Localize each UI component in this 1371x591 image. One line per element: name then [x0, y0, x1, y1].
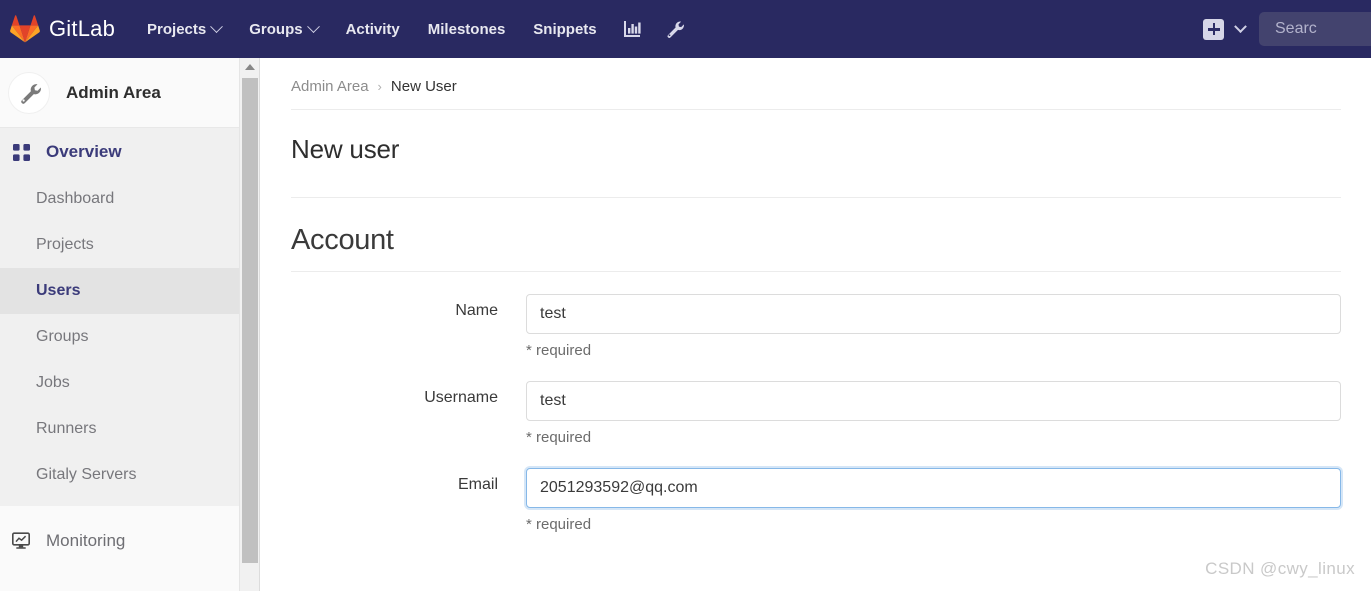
breadcrumb: Admin Area › New User [261, 58, 1371, 95]
scrollbar-up-arrow[interactable] [240, 58, 260, 75]
page-title: New user [291, 134, 400, 164]
sidebar-scrollbar[interactable] [240, 58, 260, 591]
scrollbar-thumb[interactable] [242, 78, 258, 563]
gitlab-brand-link[interactable]: GitLab [10, 14, 115, 44]
form-group-name: Name * required [261, 294, 1371, 359]
main-content: Admin Area › New User New user Account N… [261, 58, 1371, 591]
breadcrumb-current: New User [390, 78, 457, 95]
name-field-label: Name [455, 302, 498, 319]
nav-item-milestones[interactable]: Milestones [414, 0, 520, 58]
new-user-form: Name * required Username * required Emai… [261, 294, 1371, 533]
chevron-down-icon [306, 19, 320, 33]
form-group-email: Email * required [261, 468, 1371, 533]
sidebar-header[interactable]: Admin Area [0, 58, 239, 128]
caret-up-icon [245, 63, 255, 70]
username-field-help: * required [526, 429, 592, 446]
sidebar-item-gitaly-servers[interactable]: Gitaly Servers [0, 452, 239, 498]
nav-item-projects-label: Projects [147, 20, 207, 38]
admin-sidebar: Admin Area Overview Dashboard Projects U… [0, 58, 240, 591]
name-field-wrap: * required [526, 294, 1371, 359]
grid-overview-icon-glyph [12, 143, 30, 161]
sidebar-item-projects[interactable]: Projects [0, 222, 239, 268]
form-group-username: Username * required [261, 381, 1371, 446]
watermark: CSDN @cwy_linux [1205, 559, 1355, 578]
nav-item-groups-label: Groups [249, 20, 303, 38]
navbar-right-actions: Searc [1203, 0, 1371, 58]
search-input[interactable]: Searc [1259, 12, 1371, 46]
name-field-help: * required [526, 342, 592, 359]
breadcrumb-separator-icon: › [377, 79, 382, 94]
sidebar-item-monitoring[interactable]: Monitoring [0, 516, 239, 566]
chevron-down-icon [210, 19, 224, 33]
gitlab-brand-name: GitLab [49, 16, 116, 41]
name-field[interactable] [526, 294, 1341, 334]
email-field-wrap: * required [526, 468, 1371, 533]
sidebar-item-users[interactable]: Users [0, 268, 239, 314]
monitor-screen-icon-glyph [12, 532, 30, 549]
email-field[interactable] [526, 468, 1341, 508]
email-field-help: * required [526, 516, 592, 533]
sidebar-item-groups[interactable]: Groups [0, 314, 239, 360]
create-new-chevron-down-icon[interactable] [1234, 19, 1247, 33]
email-field-label: Email [457, 476, 498, 493]
avatar [8, 71, 50, 114]
navbar-links: Projects Groups Activity Milestones Snip… [133, 0, 695, 58]
username-field-wrap: * required [526, 381, 1371, 446]
sidebar-item-overview-label: Overview [46, 142, 122, 161]
analytics-chart-icon[interactable] [611, 0, 653, 58]
analytics-chart-icon-glyph [623, 21, 641, 37]
account-section-divider [291, 271, 1341, 272]
create-new-plus-icon[interactable] [1203, 18, 1224, 40]
sidebar-item-monitoring-label: Monitoring [46, 531, 126, 550]
wrench-admin-icon[interactable] [653, 0, 695, 58]
sidebar-nav: Overview Dashboard Projects Users Groups… [0, 128, 239, 506]
wrench-icon [21, 83, 41, 104]
grid-overview-icon [8, 143, 34, 161]
nav-item-snippets[interactable]: Snippets [519, 0, 610, 58]
username-field-label: Username [424, 389, 498, 406]
nav-item-groups[interactable]: Groups [235, 0, 331, 58]
wrench-admin-icon-glyph [667, 21, 684, 38]
sidebar-item-runners[interactable]: Runners [0, 406, 239, 452]
sidebar-divider [0, 498, 239, 506]
top-navbar: GitLab Projects Groups Activity Mileston… [0, 0, 1371, 58]
username-field[interactable] [526, 381, 1341, 421]
sidebar-item-jobs[interactable]: Jobs [0, 360, 239, 406]
monitor-screen-icon [8, 532, 34, 550]
account-section-title: Account [291, 224, 394, 256]
sidebar-item-dashboard[interactable]: Dashboard [0, 176, 239, 222]
gitlab-fox-logo-icon [10, 15, 40, 43]
nav-item-projects[interactable]: Projects [133, 0, 235, 58]
sidebar-item-overview[interactable]: Overview [0, 128, 239, 176]
sidebar-title: Admin Area [66, 82, 161, 102]
breadcrumb-parent-link[interactable]: Admin Area [291, 78, 369, 95]
nav-item-activity[interactable]: Activity [332, 0, 414, 58]
